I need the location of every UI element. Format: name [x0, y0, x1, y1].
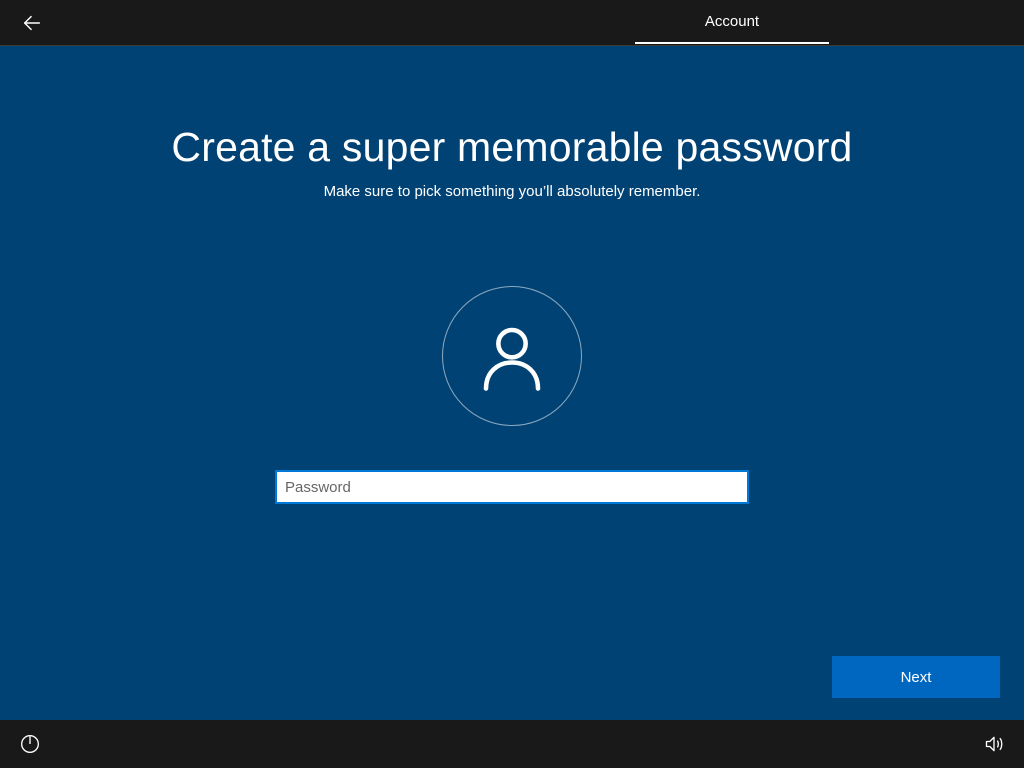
volume-button[interactable] — [982, 732, 1006, 756]
ease-of-access-button[interactable] — [18, 732, 42, 756]
back-button[interactable] — [16, 7, 48, 39]
ease-of-access-icon — [20, 734, 40, 754]
next-button[interactable]: Next — [832, 656, 1000, 698]
page-title: Create a super memorable password — [171, 124, 852, 171]
step-tab-label: Account — [705, 13, 759, 30]
volume-icon — [984, 734, 1004, 754]
header-bar: Account — [0, 0, 1024, 46]
main-content: Create a super memorable password Make s… — [0, 46, 1024, 720]
step-tab-account[interactable]: Account — [635, 0, 829, 44]
password-input[interactable] — [275, 470, 749, 504]
user-icon — [473, 317, 551, 395]
page-subtitle: Make sure to pick something you’ll absol… — [324, 183, 701, 200]
footer-bar — [0, 720, 1024, 768]
avatar — [442, 286, 582, 426]
back-arrow-icon — [21, 12, 43, 34]
